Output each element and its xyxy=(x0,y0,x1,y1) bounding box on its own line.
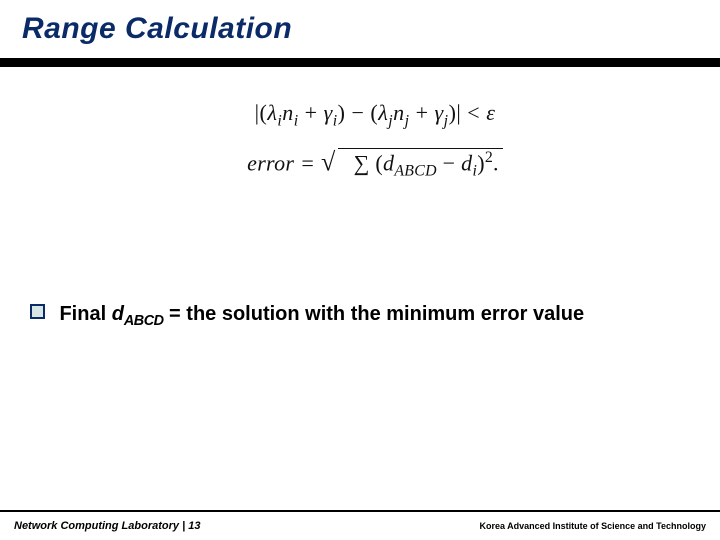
equation-error-lhs: error = xyxy=(247,151,321,176)
equation-block: |(λini + γi) − (λjnj + γj)| < ε error = … xyxy=(90,90,660,181)
sqrt-icon: √ xyxy=(321,148,336,177)
bullet-text: Final dABCD = the solution with the mini… xyxy=(59,303,584,325)
bullet-var-sub: ABCD xyxy=(124,313,164,329)
bullet-icon xyxy=(30,304,45,319)
bullet-post: = the solution with the minimum error va… xyxy=(163,303,584,325)
bullet-var: d xyxy=(112,303,124,325)
footer-right: Korea Advanced Institute of Science and … xyxy=(479,521,706,531)
slide: Range Calculation |(λini + γi) − (λjnj +… xyxy=(0,0,720,540)
equation-error-radicand: ∑ (dABCD − di)2. xyxy=(338,148,503,181)
title-divider xyxy=(0,58,720,67)
footer-left: Network Computing Laboratory | 13 xyxy=(14,520,200,532)
equation-inequality: |(λini + γi) − (λjnj + γj)| < ε xyxy=(90,100,660,130)
footer-divider xyxy=(0,510,720,512)
footer-page-number: 13 xyxy=(188,520,200,532)
footer-lab: Network Computing Laboratory xyxy=(14,520,179,532)
footer-sep: | xyxy=(179,520,188,532)
bullet-pre: Final xyxy=(59,303,111,325)
bullet-item: Final dABCD = the solution with the mini… xyxy=(30,300,696,332)
equation-error: error = √∑ (dABCD − di)2. xyxy=(90,148,660,181)
page-title: Range Calculation xyxy=(22,12,292,46)
